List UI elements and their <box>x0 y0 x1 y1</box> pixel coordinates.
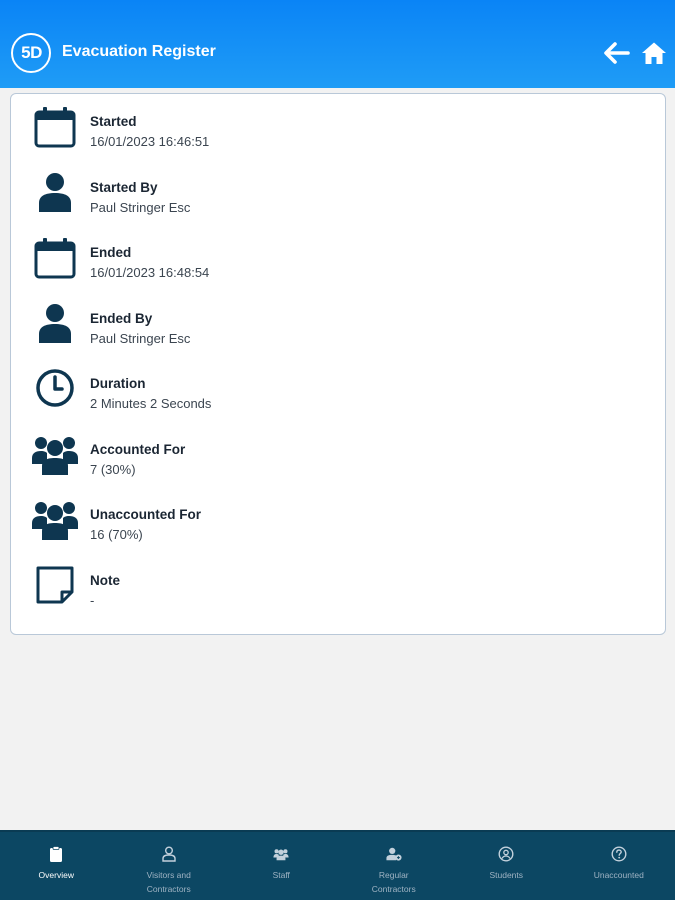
home-icon <box>642 42 666 64</box>
nav-label: Unaccounted <box>593 870 644 880</box>
detail-value: 7 (30%) <box>90 462 136 477</box>
detail-row-note: Note - <box>11 561 665 621</box>
group-icon <box>273 846 289 862</box>
clock-icon <box>31 364 79 412</box>
detail-value: 2 Minutes 2 Seconds <box>90 396 212 411</box>
person-icon <box>31 299 79 347</box>
detail-value: Paul Stringer Esc <box>90 331 191 346</box>
nav-label: Regular Contractors <box>371 870 416 894</box>
nav-label: Students <box>489 870 524 880</box>
app-header: 5D Evacuation Register <box>0 0 675 88</box>
detail-label: Note <box>90 573 120 588</box>
logo-text: 5D <box>21 43 42 62</box>
back-button[interactable] <box>602 38 632 68</box>
evacuation-summary-card: Started 16/01/2023 16:46:51 Started By P… <box>10 93 666 635</box>
nav-tab-overview[interactable]: Overview <box>0 832 113 900</box>
detail-label: Ended <box>90 245 132 260</box>
nav-label: Staff <box>272 870 290 880</box>
nav-tab-unaccounted[interactable]: Unaccounted <box>563 832 675 900</box>
nav-label: Overview <box>38 870 74 880</box>
detail-row-accounted-for: Accounted For 7 (30%) <box>11 430 665 490</box>
detail-row-started-by: Started By Paul Stringer Esc <box>11 168 665 228</box>
detail-row-ended: Ended 16/01/2023 16:48:54 <box>11 233 665 293</box>
bottom-nav: Overview Visitors and Contractors Staff … <box>0 830 675 900</box>
detail-value: 16 (70%) <box>90 527 143 542</box>
group-icon <box>31 495 79 543</box>
detail-label: Unaccounted For <box>90 507 202 522</box>
nav-tab-students[interactable]: Students <box>450 832 563 900</box>
calendar-icon <box>31 233 79 281</box>
app-root: 5D Evacuation Register Started 16/01/202… <box>0 0 675 900</box>
detail-label: Started By <box>90 180 158 195</box>
detail-label: Accounted For <box>90 442 186 457</box>
detail-label: Duration <box>90 376 146 391</box>
detail-row-unaccounted-for: Unaccounted For 16 (70%) <box>11 495 665 555</box>
detail-value: - <box>90 593 95 608</box>
detail-label: Started <box>90 114 137 129</box>
app-logo: 5D <box>11 33 51 73</box>
person-icon <box>31 168 79 216</box>
page-title: Evacuation Register <box>62 43 216 60</box>
detail-value: Paul Stringer Esc <box>90 200 191 215</box>
person-outline-icon <box>161 846 177 862</box>
clipboard-icon <box>48 846 64 862</box>
home-button[interactable] <box>639 38 669 68</box>
detail-row-duration: Duration 2 Minutes 2 Seconds <box>11 364 665 424</box>
detail-row-ended-by: Ended By Paul Stringer Esc <box>11 299 665 359</box>
detail-row-started: Started 16/01/2023 16:46:51 <box>11 102 665 162</box>
student-icon <box>498 846 514 862</box>
detail-value: 16/01/2023 16:46:51 <box>90 134 210 149</box>
detail-value: 16/01/2023 16:48:54 <box>90 265 210 280</box>
nav-tab-regular-contractors[interactable]: Regular Contractors <box>338 832 451 900</box>
group-icon <box>31 430 79 478</box>
calendar-icon <box>31 102 79 150</box>
nav-label: Visitors and Contractors <box>146 870 191 894</box>
question-circle-icon <box>611 846 627 862</box>
detail-label: Ended By <box>90 311 153 326</box>
nav-tab-staff[interactable]: Staff <box>225 832 338 900</box>
arrow-left-icon <box>604 42 630 64</box>
person-badge-icon <box>386 846 402 862</box>
note-icon <box>31 561 79 609</box>
nav-tab-visitors-and-contractors[interactable]: Visitors and Contractors <box>113 832 226 900</box>
